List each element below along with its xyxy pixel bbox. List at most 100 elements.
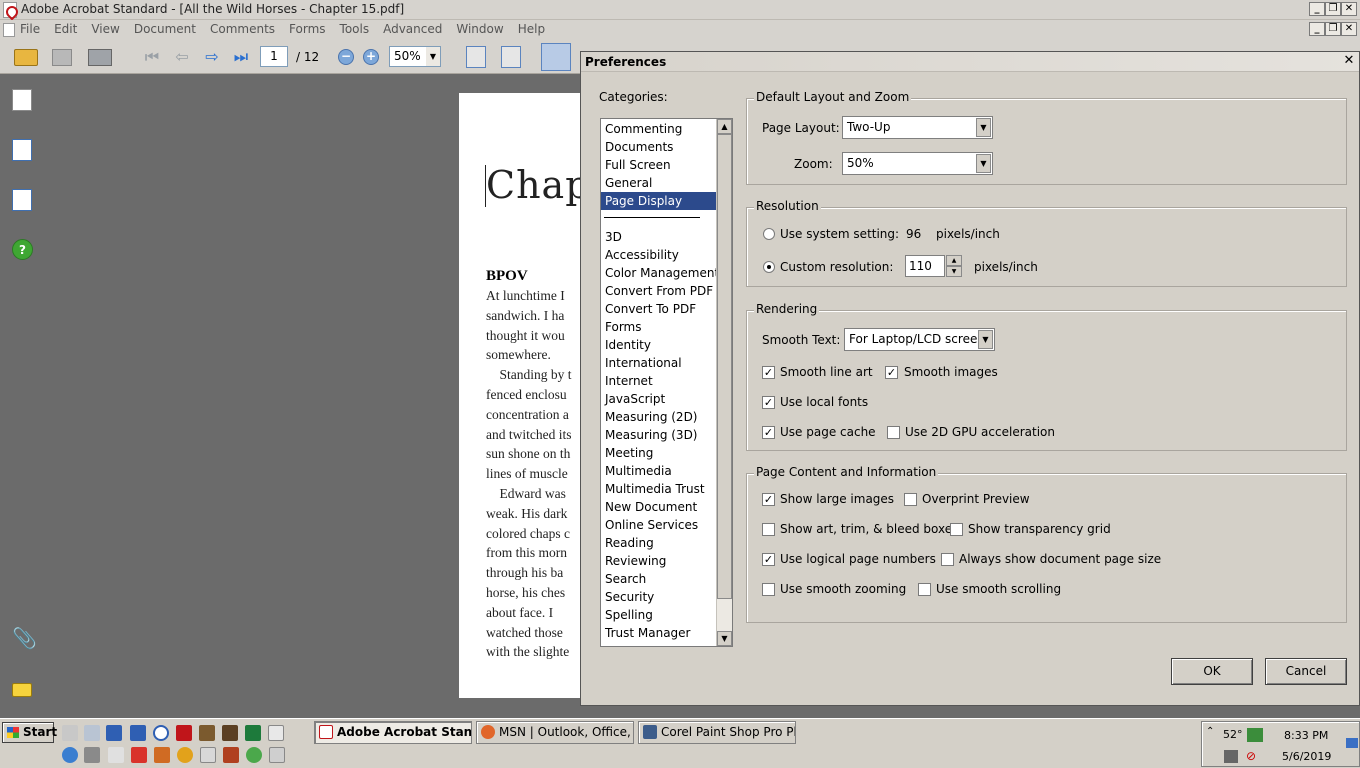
use-smooth-zooming-checkbox[interactable]: [762, 583, 775, 596]
category-identity[interactable]: Identity: [601, 336, 716, 354]
print-icon[interactable]: [88, 49, 112, 66]
category-3d[interactable]: 3D: [601, 228, 716, 246]
show-large-images-checkbox[interactable]: ✓: [762, 493, 775, 506]
taskbar-item-msn[interactable]: MSN | Outlook, Office, S...: [476, 721, 634, 744]
zoom-out-icon[interactable]: −: [338, 49, 354, 65]
previous-page-icon[interactable]: ⇦: [170, 46, 194, 68]
category-documents[interactable]: Documents: [601, 138, 716, 156]
document-icon[interactable]: [3, 23, 15, 37]
category-multimedia-trust[interactable]: Multimedia Trust: [601, 480, 716, 498]
category-javascript[interactable]: JavaScript: [601, 390, 716, 408]
doc-restore-button[interactable]: ❐: [1325, 22, 1341, 36]
menu-document[interactable]: Document: [134, 22, 196, 36]
network-icon[interactable]: [1224, 750, 1238, 763]
zoom-in-icon[interactable]: +: [363, 49, 379, 65]
scroll-down-icon[interactable]: ▼: [717, 631, 732, 646]
custom-resolution-input[interactable]: 110 ▲ ▼: [905, 255, 962, 277]
temperature[interactable]: 52°: [1223, 728, 1243, 741]
category-forms[interactable]: Forms: [601, 318, 716, 336]
use-system-setting-radio[interactable]: [763, 228, 775, 240]
menu-forms[interactable]: Forms: [289, 22, 325, 36]
globe-icon[interactable]: [62, 747, 78, 763]
help-icon[interactable]: ?: [12, 239, 33, 260]
next-page-icon[interactable]: ⇨: [200, 46, 224, 68]
category-reading[interactable]: Reading: [601, 534, 716, 552]
category-internet[interactable]: Internet: [601, 372, 716, 390]
zoom-select-dialog[interactable]: 50% ▼: [842, 152, 993, 175]
category-full-screen[interactable]: Full Screen: [601, 156, 716, 174]
use-local-fonts-checkbox[interactable]: ✓: [762, 396, 775, 409]
show-desktop-icon[interactable]: [62, 725, 78, 741]
category-security[interactable]: Security: [601, 588, 716, 606]
search-icon[interactable]: [177, 747, 193, 763]
use-2d-gpu-checkbox[interactable]: [887, 426, 900, 439]
menu-tools[interactable]: Tools: [340, 22, 370, 36]
show-art-trim-checkbox[interactable]: [762, 523, 775, 536]
menu-file[interactable]: File: [20, 22, 40, 36]
single-page-icon[interactable]: [541, 43, 571, 71]
menu-help[interactable]: Help: [518, 22, 545, 36]
menu-advanced[interactable]: Advanced: [383, 22, 442, 36]
custom-resolution-radio[interactable]: [763, 261, 775, 273]
category-convert-from-pdf[interactable]: Convert From PDF: [601, 282, 716, 300]
clock-time[interactable]: 8:33 PM: [1284, 729, 1328, 742]
start-button[interactable]: Start: [2, 722, 57, 743]
firefox-icon[interactable]: [154, 747, 170, 763]
doc-minimize-button[interactable]: _: [1309, 22, 1325, 36]
zoom-select[interactable]: 50% ▼: [389, 46, 441, 67]
smooth-text-select[interactable]: For Laptop/LCD screens ▼: [844, 328, 995, 351]
category-commenting[interactable]: Commenting: [601, 120, 716, 138]
book-icon[interactable]: [199, 725, 215, 741]
menu-edit[interactable]: Edit: [54, 22, 77, 36]
paint-icon[interactable]: [269, 747, 285, 763]
acrobat-icon[interactable]: [176, 725, 192, 741]
word-doc-icon[interactable]: [130, 725, 146, 741]
volume-muted-icon[interactable]: ⊘: [1246, 750, 1260, 763]
taskbar-item-corel[interactable]: Corel Paint Shop Pro Pho...: [638, 721, 796, 744]
page-layout-select[interactable]: Two-Up ▼: [842, 116, 993, 139]
last-page-icon[interactable]: ⏭: [229, 46, 253, 68]
categories-list[interactable]: Commenting Documents Full Screen General…: [600, 118, 733, 647]
category-measuring-2d[interactable]: Measuring (2D): [601, 408, 716, 426]
calendar-icon[interactable]: [200, 747, 216, 763]
stepper-down-icon[interactable]: ▼: [946, 266, 962, 277]
menu-window[interactable]: Window: [456, 22, 503, 36]
smooth-images-checkbox[interactable]: ✓: [885, 366, 898, 379]
bookmarks-icon[interactable]: [12, 139, 32, 161]
category-new-document[interactable]: New Document: [601, 498, 716, 516]
categories-scrollbar[interactable]: ▲ ▼: [716, 119, 732, 646]
category-page-display[interactable]: Page Display: [601, 192, 716, 210]
media-play-icon[interactable]: [131, 747, 147, 763]
doc-close-button[interactable]: ✕: [1341, 22, 1357, 36]
open-folder-icon[interactable]: [14, 49, 38, 66]
scroll-thumb[interactable]: [717, 134, 732, 599]
category-online-services[interactable]: Online Services: [601, 516, 716, 534]
category-reviewing[interactable]: Reviewing: [601, 552, 716, 570]
category-color-management[interactable]: Color Management: [601, 264, 719, 282]
minimize-button[interactable]: _: [1309, 2, 1325, 16]
pages-icon[interactable]: [12, 89, 32, 111]
category-accessibility[interactable]: Accessibility: [601, 246, 716, 264]
category-spelling[interactable]: Spelling: [601, 606, 716, 624]
clock-date[interactable]: 5/6/2019: [1282, 750, 1331, 763]
notification-icon[interactable]: [1346, 738, 1358, 748]
ok-button[interactable]: OK: [1171, 658, 1253, 685]
library-icon[interactable]: [222, 725, 238, 741]
tray-expand-icon[interactable]: ⌃: [1206, 726, 1214, 737]
show-transparency-grid-checkbox[interactable]: [950, 523, 963, 536]
camera-icon[interactable]: [84, 747, 100, 763]
use-page-cache-checkbox[interactable]: ✓: [762, 426, 775, 439]
cancel-button[interactable]: Cancel: [1265, 658, 1347, 685]
scroll-up-icon[interactable]: ▲: [717, 119, 732, 134]
excel-icon[interactable]: [245, 725, 261, 741]
use-smooth-scrolling-checkbox[interactable]: [918, 583, 931, 596]
aol-icon[interactable]: [153, 725, 169, 741]
category-convert-to-pdf[interactable]: Convert To PDF: [601, 300, 716, 318]
taskbar-item-acrobat[interactable]: Adobe Acrobat Stand...: [314, 721, 472, 744]
chat-icon[interactable]: [246, 747, 262, 763]
fit-width-icon[interactable]: [466, 46, 486, 68]
page-number-input[interactable]: 1: [260, 46, 288, 67]
save-disk-icon[interactable]: [52, 49, 72, 66]
menu-view[interactable]: View: [91, 22, 119, 36]
category-general[interactable]: General: [601, 174, 716, 192]
